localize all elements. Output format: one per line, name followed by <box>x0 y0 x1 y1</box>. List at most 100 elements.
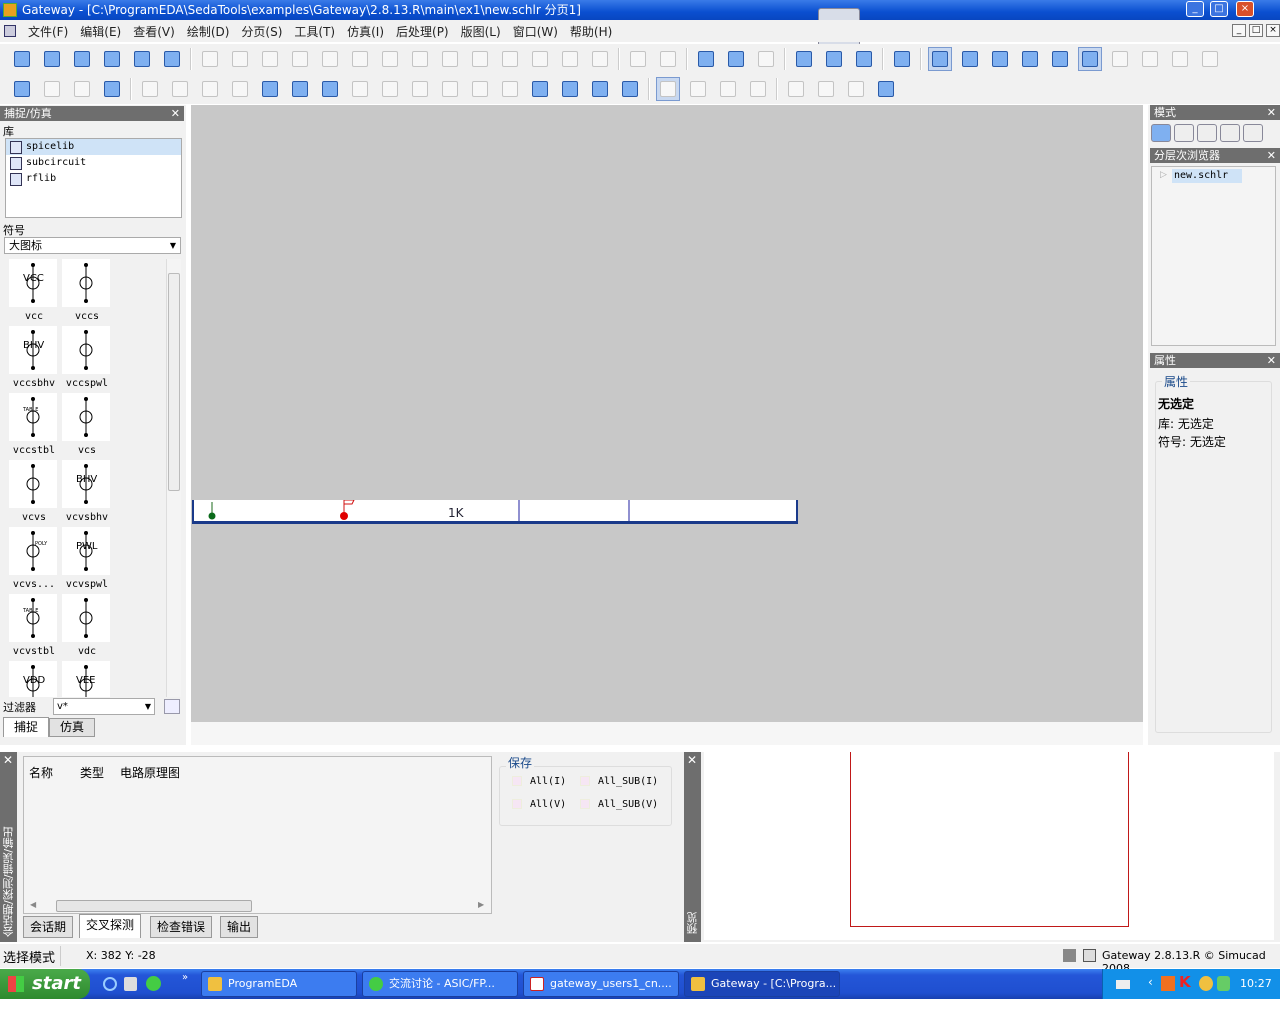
scrollbar-thumb[interactable] <box>168 273 180 491</box>
column-header-schematic[interactable]: 电路原理图 <box>120 764 180 781</box>
align-right-button[interactable] <box>498 47 522 71</box>
menu-tools[interactable]: 工具(T) <box>294 23 335 40</box>
schematic-strip[interactable]: 1K <box>192 500 798 524</box>
text-A-button[interactable] <box>100 77 124 101</box>
text-button[interactable] <box>588 47 612 71</box>
layout-mode-icon[interactable] <box>1243 124 1263 142</box>
mdi-minimize-button[interactable]: _ <box>1232 24 1246 37</box>
task-programeda[interactable]: ProgramEDA <box>201 971 357 997</box>
symbol-item[interactable]: vccspwl <box>62 326 112 389</box>
menu-simulate[interactable]: 仿真(I) <box>347 23 384 40</box>
preview-pane[interactable] <box>704 752 1274 940</box>
symbol-item[interactable]: vdc <box>62 594 112 657</box>
wire-pencil-button[interactable] <box>10 77 34 101</box>
task-forum[interactable]: 交流讨论 - ASIC/FP... <box>362 971 518 997</box>
menu-view[interactable]: 查看(V) <box>133 23 175 40</box>
system-menu-icon[interactable] <box>4 25 16 37</box>
ie-icon[interactable] <box>103 977 117 991</box>
forward-button[interactable] <box>656 47 680 71</box>
preview-viewport[interactable] <box>850 752 1129 927</box>
grid-button[interactable] <box>754 47 778 71</box>
check-button[interactable] <box>138 77 162 101</box>
symbol-item[interactable]: TABLE vcvstbl <box>9 594 59 657</box>
waveform-mode-icon[interactable] <box>1197 124 1217 142</box>
scroll-left-icon[interactable]: ◀ <box>30 900 36 909</box>
menu-help[interactable]: 帮助(H) <box>570 23 612 40</box>
sheet-prev-button[interactable] <box>792 47 816 71</box>
probe2-button[interactable] <box>528 77 552 101</box>
print-button[interactable] <box>160 47 184 71</box>
probe-mode-icon[interactable] <box>1174 124 1194 142</box>
library-item[interactable]: rflib <box>6 171 181 187</box>
column-header-type[interactable]: 类型 <box>80 764 104 781</box>
zoom-fit-button[interactable] <box>1048 47 1072 71</box>
new-sheet-button[interactable] <box>10 47 34 71</box>
new-library-button[interactable] <box>40 47 64 71</box>
tray-shield-icon[interactable] <box>1217 976 1230 991</box>
save-all-sub-v[interactable]: All_SUB(V) <box>580 799 658 810</box>
check2-button[interactable] <box>168 77 192 101</box>
symbol-item[interactable]: vccs <box>62 259 112 322</box>
tool1-button[interactable] <box>1138 47 1162 71</box>
select-mode-icon[interactable] <box>1151 124 1171 142</box>
delete-button[interactable] <box>288 47 312 71</box>
close-icon[interactable]: ✕ <box>687 753 697 767</box>
simulate-button[interactable] <box>318 77 342 101</box>
check3-button[interactable] <box>198 77 222 101</box>
netlist-button[interactable] <box>258 77 282 101</box>
table-button[interactable] <box>498 77 522 101</box>
close-icon[interactable]: ✕ <box>3 753 13 767</box>
graph-button[interactable] <box>716 77 740 101</box>
tray-expand-icon[interactable]: ‹ <box>1148 975 1153 989</box>
color-wheel-button[interactable] <box>874 77 898 101</box>
tray-k-icon[interactable]: K <box>1179 973 1191 991</box>
column-header-name[interactable]: 名称 <box>29 764 53 781</box>
save-button[interactable] <box>100 47 124 71</box>
close-icon[interactable]: ✕ <box>1267 353 1276 368</box>
mdi-restore-button[interactable]: □ <box>1249 24 1263 37</box>
library-item[interactable]: spicelib <box>6 139 181 155</box>
undo-button[interactable] <box>318 47 342 71</box>
param-mode-icon[interactable] <box>1220 124 1240 142</box>
close-icon[interactable]: ✕ <box>171 106 180 121</box>
align-left-button[interactable] <box>468 47 492 71</box>
copy-button[interactable] <box>228 47 252 71</box>
select-arrow-button[interactable] <box>928 47 952 71</box>
save-all-v[interactable]: All(V) <box>512 799 566 810</box>
tab-check-errors[interactable]: 检查错误 <box>150 916 213 938</box>
tab-capture[interactable]: 捕捉 <box>3 717 49 737</box>
scrollbar-thumb[interactable] <box>56 900 252 912</box>
sheet-window-button[interactable] <box>852 47 876 71</box>
zoom-box-button[interactable] <box>958 47 982 71</box>
tray-app-icon[interactable] <box>1161 976 1175 991</box>
checkbox[interactable] <box>580 776 590 786</box>
delta-button[interactable] <box>746 77 770 101</box>
db-button[interactable] <box>686 77 710 101</box>
tab-output[interactable]: 输出 <box>220 916 259 938</box>
export-button[interactable] <box>130 47 154 71</box>
current-I-button[interactable] <box>588 77 612 101</box>
tab-simulate[interactable]: 仿真 <box>49 718 95 737</box>
view-select[interactable]: 大图标 ▼ <box>4 237 181 254</box>
save-all-i[interactable]: All(I) <box>512 776 566 787</box>
symbol-item[interactable]: VDD <box>9 661 59 697</box>
new-symbol-button[interactable] <box>70 47 94 71</box>
report-button[interactable] <box>468 77 492 101</box>
tool4-button[interactable] <box>784 77 808 101</box>
symbol-item[interactable]: VEE <box>62 661 112 697</box>
text-larger-button[interactable] <box>528 47 552 71</box>
library-list[interactable]: spicelib subcircuit rflib <box>5 138 182 218</box>
sheet-next-button[interactable] <box>822 47 846 71</box>
edit-button[interactable] <box>438 47 462 71</box>
params-button[interactable] <box>618 77 642 101</box>
filter-apply-icon[interactable] <box>164 699 180 714</box>
mirror-h-button[interactable] <box>378 47 402 71</box>
symbol-item[interactable]: POLY vcvs... <box>9 527 59 590</box>
start-button[interactable]: start <box>0 969 90 999</box>
probe-button[interactable] <box>724 47 748 71</box>
paste-button[interactable] <box>258 47 282 71</box>
browser-icon[interactable] <box>146 976 161 991</box>
mdi-close-button[interactable]: × <box>1266 24 1280 37</box>
info-button[interactable] <box>1108 47 1132 71</box>
close-button[interactable]: × <box>1236 1 1254 17</box>
